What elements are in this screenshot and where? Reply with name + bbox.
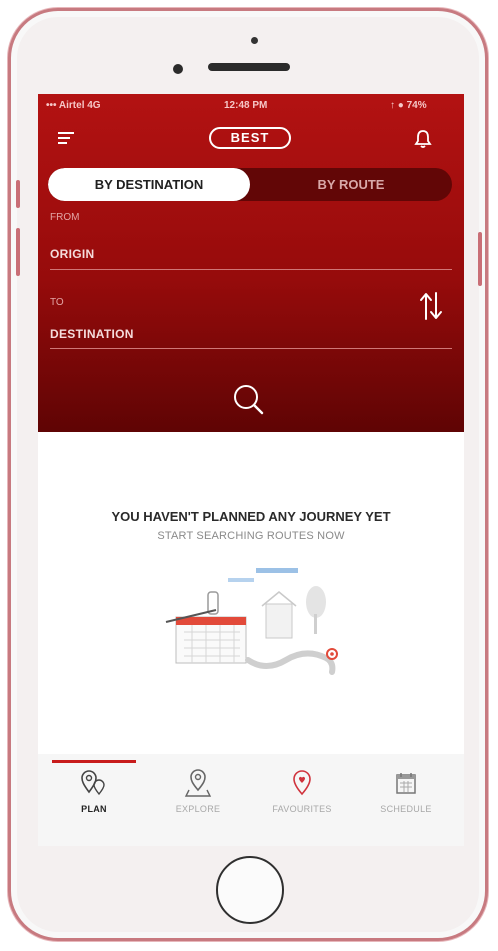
app-screen: ••• Airtel 4G 12:48 PM ↑ ● 74% BEST BY D…: [38, 94, 464, 846]
swap-icon[interactable]: [418, 289, 444, 323]
tab-by-route[interactable]: BY ROUTE: [250, 168, 452, 201]
from-label: FROM: [50, 212, 80, 223]
best-mode-button[interactable]: BEST: [209, 127, 291, 149]
battery-text: ↑ ● 74%: [390, 100, 427, 111]
menu-icon[interactable]: [58, 132, 74, 146]
origin-input[interactable]: ORIGIN: [50, 247, 94, 261]
tab-explore-label: EXPLORE: [175, 804, 221, 814]
tab-schedule[interactable]: SCHEDULE: [356, 768, 456, 822]
front-sensor: [251, 37, 258, 44]
plan-icon: [81, 770, 105, 796]
tab-by-destination[interactable]: BY DESTINATION: [48, 168, 250, 201]
empty-state-title: YOU HAVEN'T PLANNED ANY JOURNEY YET: [111, 509, 391, 524]
search-mode-toggle: BY DESTINATION BY ROUTE: [48, 168, 452, 201]
destination-underline: [50, 348, 452, 349]
phone-side-button: [16, 180, 20, 208]
tab-favourites-label: FAVOURITES: [272, 804, 332, 814]
tab-favourites[interactable]: FAVOURITES: [252, 768, 352, 822]
carrier-text: ••• Airtel 4G: [46, 100, 101, 111]
bottom-tab-bar: PLAN EXPLORE FAVOURITES SCHEDULE: [38, 754, 464, 846]
empty-state-subtitle: START SEARCHING ROUTES NOW: [157, 530, 345, 542]
top-bar: BEST: [38, 122, 464, 152]
explore-icon: [184, 769, 212, 797]
tab-plan-label: PLAN: [81, 804, 107, 814]
home-button[interactable]: [216, 856, 284, 924]
favourites-icon: [293, 770, 311, 796]
to-label: TO: [50, 297, 64, 308]
clock-text: 12:48 PM: [224, 100, 268, 111]
active-tab-indicator: [52, 760, 136, 763]
phone-side-button: [478, 232, 482, 286]
destination-input[interactable]: DESTINATION: [50, 327, 134, 341]
search-panel: ••• Airtel 4G 12:48 PM ↑ ● 74% BEST BY D…: [38, 94, 464, 432]
status-bar: ••• Airtel 4G 12:48 PM ↑ ● 74%: [38, 94, 464, 116]
journey-illustration: [165, 568, 338, 675]
schedule-icon: [396, 773, 416, 794]
earpiece-speaker: [208, 63, 290, 71]
tab-plan[interactable]: PLAN: [44, 768, 144, 822]
tab-explore[interactable]: EXPLORE: [148, 768, 248, 822]
phone-side-button: [16, 228, 20, 276]
front-camera: [173, 64, 183, 74]
bell-icon[interactable]: [412, 128, 434, 150]
search-icon[interactable]: [229, 380, 269, 420]
tab-schedule-label: SCHEDULE: [380, 804, 432, 814]
origin-underline: [50, 269, 452, 270]
